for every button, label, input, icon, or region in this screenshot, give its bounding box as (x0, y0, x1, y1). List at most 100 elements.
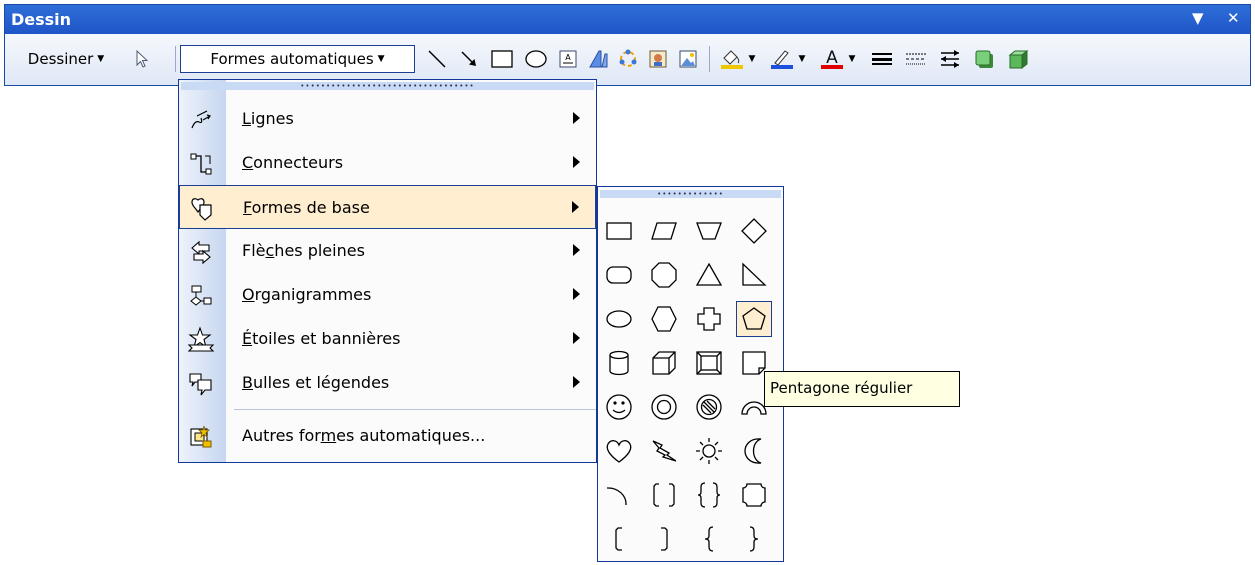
menu-item-lignes[interactable]: Lignes (179, 97, 596, 141)
fill-color-button[interactable]: ▼ (713, 44, 761, 74)
left-bracket-icon (615, 527, 622, 551)
rounded-rectangle-icon (606, 266, 632, 284)
basic-shapes-palette: ••••••••••••• (597, 186, 784, 562)
shape-cube[interactable] (646, 345, 682, 381)
shape-donut[interactable] (646, 389, 682, 425)
shape-arc[interactable] (601, 477, 637, 513)
textbox-icon[interactable]: A (555, 44, 581, 74)
shape-diamond[interactable] (736, 213, 772, 249)
chevron-down-icon: ▼ (748, 54, 756, 64)
shape-trapezoid[interactable] (691, 213, 727, 249)
shape-moon[interactable] (736, 433, 772, 469)
arrow-style-icon[interactable] (935, 44, 965, 74)
submenu-arrow-icon (573, 288, 580, 300)
shape-rectangle[interactable] (601, 213, 637, 249)
menu-item-autres-formes[interactable]: Autres formes automatiques... (179, 414, 596, 458)
right-bracket-icon (661, 527, 668, 551)
submenu-arrow-icon (573, 376, 580, 388)
menu-drag-handle[interactable]: •••••••••••••••••••••••••••••••••• (181, 82, 594, 90)
autoshapes-button[interactable]: Formes automatiques ▼ (180, 45, 415, 73)
oval-icon[interactable] (521, 44, 551, 74)
shape-bevel[interactable] (691, 345, 727, 381)
shape-double-bracket[interactable] (646, 477, 682, 513)
shape-octagon[interactable] (646, 257, 682, 293)
select-arrow-icon[interactable] (129, 44, 155, 74)
sun-icon (696, 438, 722, 464)
svg-text:A: A (565, 53, 571, 62)
menu-item-label: Lignes (242, 109, 294, 128)
can-icon (609, 350, 629, 376)
shape-no-symbol[interactable] (691, 389, 727, 425)
shape-hexagon[interactable] (646, 301, 682, 337)
shape-heart[interactable] (601, 433, 637, 469)
shape-sun[interactable] (691, 433, 727, 469)
arrow-icon[interactable] (455, 44, 483, 74)
dessiner-label: Dessiner (27, 50, 94, 68)
shape-can[interactable] (601, 345, 637, 381)
fill-color-icon (720, 50, 743, 69)
shadow-icon[interactable] (969, 44, 999, 74)
smiley-face-icon (606, 394, 632, 420)
toolbar-options-icon[interactable]: ▼ (1192, 9, 1204, 27)
lightning-bolt-icon (652, 440, 677, 462)
cube-icon (652, 351, 676, 375)
picture-icon[interactable] (675, 44, 701, 74)
line-style-icon[interactable] (867, 44, 897, 74)
palette-drag-handle[interactable]: ••••••••••••• (600, 190, 781, 198)
diagram-icon[interactable] (615, 44, 641, 74)
rectangle-icon[interactable] (487, 44, 517, 74)
block-arrows-icon (187, 238, 215, 266)
shape-lightning-bolt[interactable] (646, 433, 682, 469)
dash-style-icon[interactable] (901, 44, 931, 74)
shape-rounded-rectangle[interactable] (601, 257, 637, 293)
shape-right-triangle[interactable] (736, 257, 772, 293)
toolbar-title: Dessin (11, 10, 72, 29)
menu-item-connecteurs[interactable]: Connecteurs (179, 141, 596, 185)
shape-regular-pentagon[interactable] (736, 301, 772, 337)
toolbar-title-bar[interactable]: Dessin ▼ ✕ (4, 4, 1251, 34)
3d-icon[interactable] (1003, 44, 1033, 74)
menu-item-label: Bulles et légendes (242, 373, 390, 392)
chevron-down-icon: ▼ (377, 54, 385, 64)
close-icon[interactable]: ✕ (1227, 9, 1240, 27)
basic-shapes-icon (188, 195, 216, 223)
shape-left-brace[interactable] (691, 521, 727, 557)
shape-cross[interactable] (691, 301, 727, 337)
shape-double-brace[interactable] (691, 477, 727, 513)
dessiner-button[interactable]: Dessiner ▼ (11, 44, 121, 74)
toolbar-separator (709, 46, 710, 72)
shape-parallelogram[interactable] (646, 213, 682, 249)
drawing-toolbar-screen: Dessin ▼ ✕ Dessiner ▼ Formes automatiques… (0, 0, 1255, 565)
shape-right-bracket[interactable] (646, 521, 682, 557)
menu-item-etoiles-et-bannieres[interactable]: Étoiles et bannières (179, 317, 596, 361)
moon-icon (744, 438, 762, 464)
menu-item-label: Flèches pleines (242, 241, 365, 260)
bevel-icon (696, 351, 722, 375)
submenu-arrow-icon (573, 332, 580, 344)
menu-item-formes-de-base[interactable]: Formes de base (179, 185, 596, 229)
shape-oval[interactable] (601, 301, 637, 337)
shape-right-brace[interactable] (736, 521, 772, 557)
line-color-button[interactable]: ▼ (763, 44, 811, 74)
stars-banners-icon (187, 326, 215, 354)
toolbar-separator (175, 46, 176, 72)
menu-item-fleches-pleines[interactable]: Flèches pleines (179, 229, 596, 273)
line-icon[interactable] (423, 44, 451, 74)
clipart-icon[interactable] (645, 44, 671, 74)
flowchart-icon (187, 282, 215, 310)
hexagon-icon (651, 306, 677, 332)
shape-left-bracket[interactable] (601, 521, 637, 557)
shape-smiley-face[interactable] (601, 389, 637, 425)
font-color-button[interactable]: A ▼ (813, 44, 861, 74)
shape-plaque[interactable] (736, 477, 772, 513)
plaque-icon (742, 483, 766, 507)
menu-item-organigrammes[interactable]: Organigrammes (179, 273, 596, 317)
menu-separator (234, 409, 596, 410)
submenu-arrow-icon (573, 156, 580, 168)
shape-isosceles-triangle[interactable] (691, 257, 727, 293)
wordart-icon[interactable] (585, 44, 611, 74)
octagon-icon (651, 262, 677, 288)
callouts-icon (187, 370, 215, 398)
menu-item-bulles-et-legendes[interactable]: Bulles et légendes (179, 361, 596, 405)
heart-icon (606, 440, 632, 463)
